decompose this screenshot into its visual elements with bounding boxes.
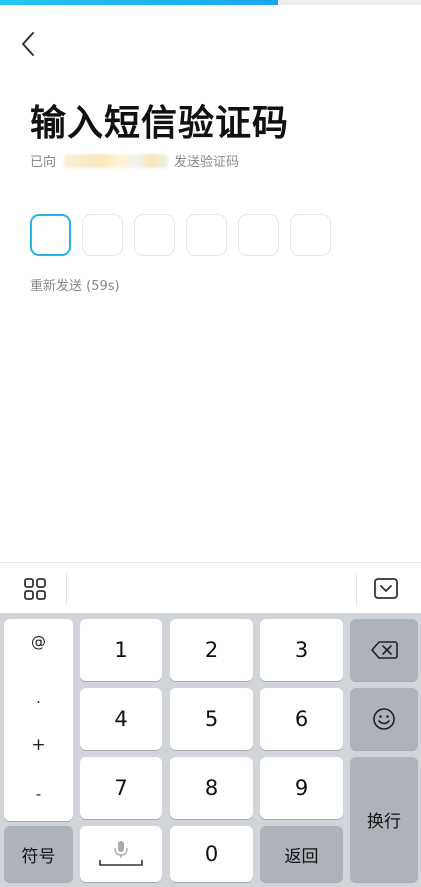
sent-to-notice: 已向 发送验证码 bbox=[30, 151, 239, 170]
sms-verification-screen: 输入短信验证码 已向 发送验证码 重新发送 (59s) @ . + - 1 2 … bbox=[0, 0, 421, 887]
numeric-keyboard: @ . + - 1 2 3 4 5 6 7 8 9 换行 符号 0 返回 bbox=[0, 613, 421, 887]
keyboard-toolbar bbox=[0, 562, 421, 613]
key-at[interactable]: @ bbox=[4, 633, 73, 651]
keyboard-hide-icon[interactable] bbox=[372, 576, 400, 602]
masked-phone-number bbox=[64, 153, 169, 168]
code-digit-box[interactable] bbox=[186, 214, 227, 256]
toolbar-divider bbox=[66, 573, 67, 605]
backspace-key[interactable] bbox=[350, 619, 418, 681]
key-9[interactable]: 9 bbox=[260, 757, 343, 819]
return-key[interactable]: 返回 bbox=[260, 826, 343, 882]
sent-to-prefix: 已向 bbox=[30, 155, 57, 170]
key-6[interactable]: 6 bbox=[260, 688, 343, 750]
code-digit-box[interactable] bbox=[30, 214, 71, 256]
key-2[interactable]: 2 bbox=[170, 619, 253, 681]
microphone-space-icon bbox=[99, 841, 143, 866]
symbol-column: @ . + - bbox=[4, 619, 73, 821]
key-1[interactable]: 1 bbox=[80, 619, 162, 681]
key-dot[interactable]: . bbox=[4, 689, 73, 707]
progress-bar bbox=[0, 0, 421, 5]
newline-key[interactable]: 换行 bbox=[350, 757, 418, 882]
progress-bar-fill bbox=[0, 0, 278, 5]
grid-apps-icon[interactable] bbox=[22, 576, 48, 602]
emoji-smile-icon bbox=[373, 708, 395, 730]
code-digit-box[interactable] bbox=[82, 214, 123, 256]
back-button[interactable] bbox=[10, 26, 46, 62]
code-digit-box[interactable] bbox=[134, 214, 175, 256]
key-minus[interactable]: - bbox=[4, 785, 73, 803]
code-digit-box[interactable] bbox=[238, 214, 279, 256]
key-4[interactable]: 4 bbox=[80, 688, 162, 750]
sent-to-suffix: 发送验证码 bbox=[174, 155, 240, 170]
key-7[interactable]: 7 bbox=[80, 757, 162, 819]
page-title: 输入短信验证码 bbox=[30, 103, 290, 144]
key-plus[interactable]: + bbox=[4, 735, 73, 755]
chevron-left-icon bbox=[22, 32, 34, 56]
symbols-key[interactable]: 符号 bbox=[4, 826, 73, 882]
resend-countdown: 重新发送 (59s) bbox=[30, 279, 120, 294]
space-key[interactable] bbox=[80, 826, 162, 882]
key-5[interactable]: 5 bbox=[170, 688, 253, 750]
key-3[interactable]: 3 bbox=[260, 619, 343, 681]
backspace-icon bbox=[371, 641, 398, 659]
toolbar-divider bbox=[356, 573, 357, 605]
key-0[interactable]: 0 bbox=[170, 826, 253, 882]
emoji-key[interactable] bbox=[350, 688, 418, 750]
verification-code-input[interactable] bbox=[30, 214, 331, 256]
key-8[interactable]: 8 bbox=[170, 757, 253, 819]
code-digit-box[interactable] bbox=[290, 214, 331, 256]
